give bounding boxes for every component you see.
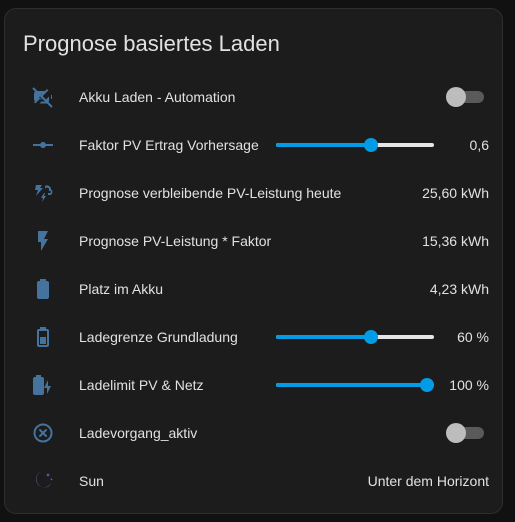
entity-value: 100 % (449, 377, 489, 393)
ray-vertex-icon (31, 133, 55, 157)
entity-value: 15,36 kWh (422, 233, 489, 249)
close-circle-outline-icon (31, 421, 55, 445)
battery-charging-off-icon (31, 85, 55, 109)
automation-toggle[interactable] (446, 87, 484, 107)
weather-partly-lightning-icon (31, 181, 55, 205)
battery-outline-icon (31, 325, 55, 349)
entities-card: Prognose basiertes Laden Akku Laden - Au… (4, 8, 503, 514)
entity-value: 60 % (457, 329, 489, 345)
entity-row-ladelimit[interactable]: Ladelimit PV & Netz 100 % (5, 361, 504, 409)
entity-value: 25,60 kWh (422, 185, 489, 201)
entity-label: Akku Laden - Automation (79, 89, 236, 105)
entity-row-ladevorgang-aktiv[interactable]: Ladevorgang_aktiv (5, 409, 504, 457)
toggle-thumb[interactable] (446, 87, 466, 107)
entity-row-faktor-pv[interactable]: Faktor PV Ertrag Vorhersage 0,6 (5, 121, 504, 169)
slider-knob[interactable] (363, 330, 378, 344)
entity-label: Prognose verbleibende PV-Leistung heute (79, 185, 342, 201)
weather-night-icon (31, 469, 55, 493)
toggle-thumb[interactable] (446, 423, 466, 443)
slider-fill (276, 383, 427, 387)
entity-label: Prognose PV-Leistung * Faktor (79, 233, 272, 249)
ladegrenze-slider[interactable] (276, 329, 434, 345)
entity-row-prognose-verbleibend[interactable]: Prognose verbleibende PV-Leistung heute … (5, 169, 504, 217)
card-title: Prognose basiertes Laden (23, 31, 280, 56)
slider-knob[interactable] (363, 138, 378, 152)
battery-charging-icon (31, 373, 55, 397)
entity-label: Faktor PV Ertrag Vorhersage (79, 137, 259, 153)
entity-row-ladegrenze[interactable]: Ladegrenze Grundladung 60 % (5, 313, 504, 361)
flash-icon (31, 229, 55, 253)
entity-row-platz-im-akku[interactable]: Platz im Akku 4,23 kWh (5, 265, 504, 313)
battery-icon (31, 277, 55, 301)
entity-row-akku-laden-automation[interactable]: Akku Laden - Automation (5, 73, 504, 121)
entity-label: Ladegrenze Grundladung (79, 329, 238, 345)
entity-value: 4,23 kWh (429, 281, 489, 297)
entity-label: Sun (79, 473, 104, 489)
slider-knob[interactable] (420, 378, 434, 392)
entity-value: 0,6 (469, 137, 489, 153)
slider-fill (276, 143, 371, 147)
entity-value: Unter dem Horizont (367, 473, 489, 489)
entity-label: Ladevorgang_aktiv (79, 425, 198, 441)
entity-row-sun[interactable]: Sun Unter dem Horizont (5, 457, 504, 505)
entity-row-prognose-faktor[interactable]: Prognose PV-Leistung * Faktor 15,36 kWh (5, 217, 504, 265)
faktor-slider[interactable] (276, 137, 434, 153)
entity-label: Platz im Akku (79, 281, 164, 297)
entity-label: Ladelimit PV & Netz (79, 377, 204, 393)
ladevorgang-toggle[interactable] (446, 423, 484, 443)
slider-fill (276, 335, 371, 339)
ladelimit-slider[interactable] (276, 377, 434, 393)
